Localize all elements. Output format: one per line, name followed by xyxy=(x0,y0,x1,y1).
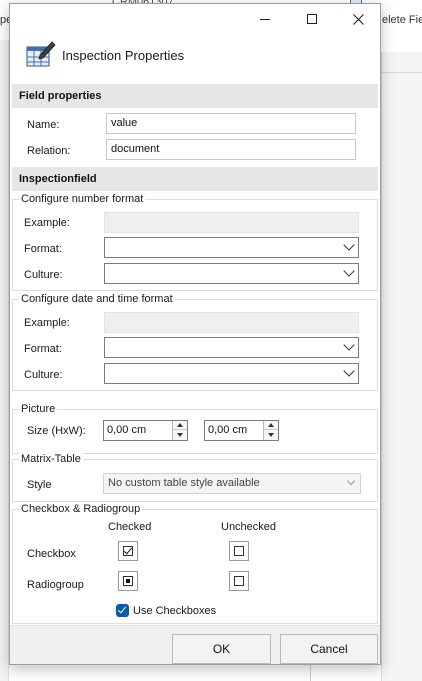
background-divider xyxy=(381,72,422,73)
checkbox-checked-style-button[interactable] xyxy=(118,541,138,561)
arrow-down-icon xyxy=(268,432,274,437)
number-format-title: Configure number format xyxy=(19,193,146,205)
checked-checkbox-icon xyxy=(123,546,133,556)
date-format-title: Configure date and time format xyxy=(19,293,175,305)
dialog-header: Inspection Properties xyxy=(10,34,380,80)
picture-title: Picture xyxy=(19,403,58,415)
background-left-panel xyxy=(0,40,9,681)
number-culture-label: Culture: xyxy=(24,269,63,281)
width-stepper[interactable]: 0,00 cm xyxy=(204,420,279,441)
date-example-field xyxy=(104,312,359,333)
minimize-icon xyxy=(260,18,270,20)
unselected-radio-icon xyxy=(234,576,244,586)
height-stepper-buttons[interactable] xyxy=(172,421,187,440)
width-increment-button[interactable] xyxy=(264,421,278,430)
table-style-dropdown[interactable]: No custom table style available xyxy=(103,473,361,494)
background-right-panel xyxy=(381,52,422,681)
minimize-button[interactable] xyxy=(242,4,288,34)
height-decrement-button[interactable] xyxy=(173,430,187,439)
width-decrement-button[interactable] xyxy=(264,430,278,439)
ok-button[interactable]: OK xyxy=(172,634,271,664)
inspection-properties-dialog: Inspection Properties Field properties N… xyxy=(9,3,381,665)
size-label: Size (HxW): xyxy=(27,425,86,437)
relation-field[interactable]: document xyxy=(106,139,356,160)
relation-label: Relation: xyxy=(27,145,71,157)
table-style-value: No custom table style available xyxy=(108,477,260,489)
close-icon xyxy=(352,13,364,25)
title-bar[interactable] xyxy=(10,4,380,34)
unchecked-column-header: Unchecked xyxy=(221,521,277,533)
arrow-up-icon xyxy=(177,423,183,427)
number-culture-dropdown[interactable] xyxy=(104,263,359,284)
chevron-down-icon xyxy=(343,265,355,277)
height-increment-button[interactable] xyxy=(173,421,187,430)
radiogroup-row-label: Radiogroup xyxy=(27,579,84,591)
height-value: 0,00 cm xyxy=(107,424,147,436)
height-stepper[interactable]: 0,00 cm xyxy=(103,420,188,441)
number-format-dropdown[interactable] xyxy=(104,237,359,258)
matrix-table-title: Matrix-Table xyxy=(19,453,83,465)
checked-column-header: Checked xyxy=(108,521,152,533)
dialog-title: Inspection Properties xyxy=(62,48,185,63)
style-label: Style xyxy=(27,479,52,491)
number-format-label: Format: xyxy=(24,243,62,255)
selected-radio-icon xyxy=(123,576,133,586)
inspectionfield-header: Inspectionfield xyxy=(12,167,378,191)
unchecked-checkbox-icon xyxy=(234,546,244,556)
checkbox-unchecked-style-button[interactable] xyxy=(229,541,249,561)
name-field[interactable]: value xyxy=(106,113,356,134)
width-value: 0,00 cm xyxy=(208,424,248,436)
chevron-down-icon xyxy=(343,239,355,251)
date-example-label: Example: xyxy=(24,317,70,329)
cancel-button[interactable]: Cancel xyxy=(280,634,378,664)
maximize-button[interactable] xyxy=(289,4,335,34)
use-checkboxes-checkbox[interactable] xyxy=(116,604,129,617)
dialog-footer: OK Cancel xyxy=(10,625,380,664)
date-culture-label: Culture: xyxy=(24,369,63,381)
arrow-up-icon xyxy=(268,423,274,427)
chevron-down-icon xyxy=(343,365,355,377)
maximize-icon xyxy=(307,14,317,24)
checkbox-row-label: Checkbox xyxy=(27,548,76,560)
use-checkboxes-label[interactable]: Use Checkboxes xyxy=(133,605,216,617)
date-format-dropdown[interactable] xyxy=(104,337,359,358)
field-properties-header: Field properties xyxy=(12,84,378,108)
date-format-label: Format: xyxy=(24,343,62,355)
date-culture-dropdown[interactable] xyxy=(104,363,359,384)
radiogroup-unchecked-style-button[interactable] xyxy=(229,571,249,591)
number-example-label: Example: xyxy=(24,217,70,229)
checkbox-radiogroup-title: Checkbox & Radiogroup xyxy=(19,503,143,515)
radiogroup-checked-style-button[interactable] xyxy=(118,571,138,591)
width-stepper-buttons[interactable] xyxy=(263,421,278,440)
chevron-down-icon xyxy=(346,476,356,486)
name-label: Name: xyxy=(27,119,60,131)
chevron-down-icon xyxy=(343,339,355,351)
inspection-properties-icon xyxy=(26,41,56,67)
arrow-down-icon xyxy=(177,432,183,437)
close-button[interactable] xyxy=(335,4,381,34)
number-example-field xyxy=(104,212,359,233)
background-delete-field-text: elete Fiel xyxy=(382,14,422,26)
